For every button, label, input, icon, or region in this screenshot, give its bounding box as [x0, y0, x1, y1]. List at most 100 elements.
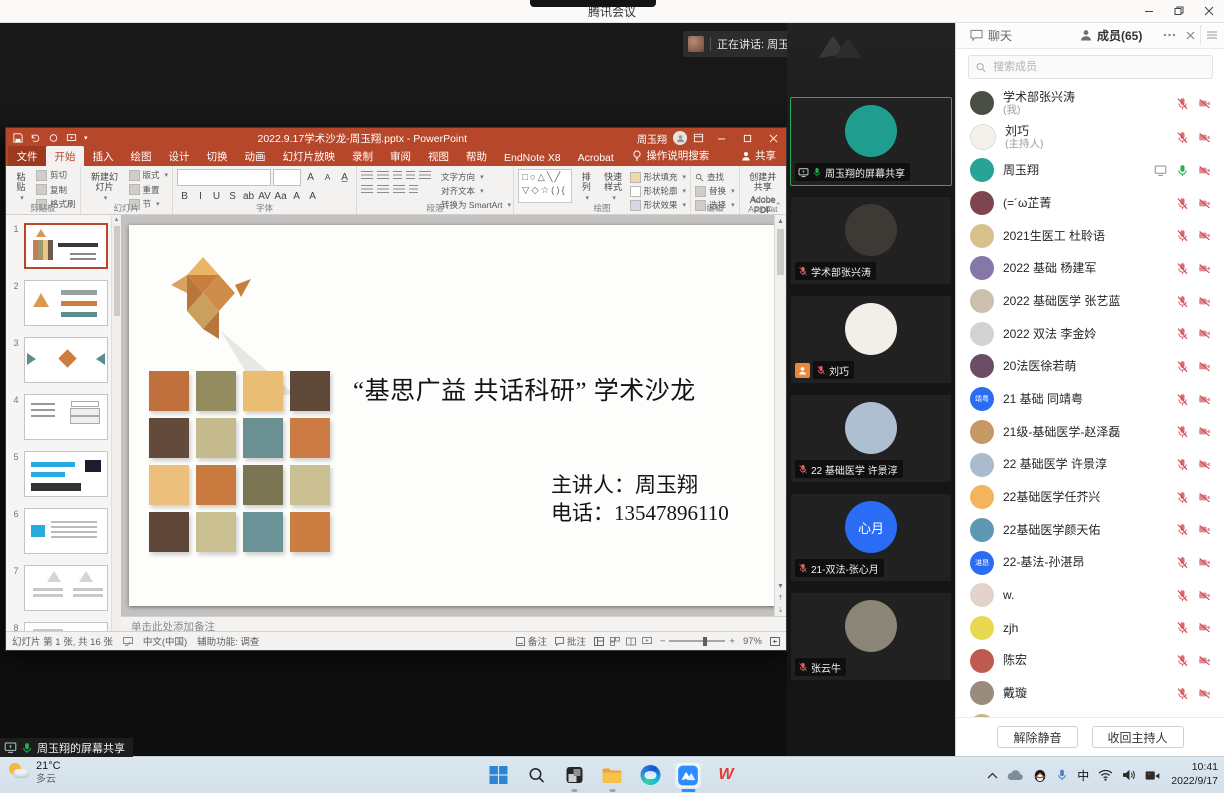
member-row[interactable]: 2022 双法 李金姈 [956, 317, 1224, 350]
slide-thumbnail[interactable]: 6 [8, 508, 117, 554]
camera-off-icon[interactable] [1198, 197, 1211, 210]
shapes-gallery[interactable]: □○△╲╱ ▽◇☆(){ [518, 169, 572, 203]
file-explorer-icon[interactable] [599, 762, 626, 789]
reading-view-icon[interactable] [626, 637, 636, 646]
panel-close-icon[interactable] [1186, 31, 1195, 40]
member-row[interactable]: (=´ω芷菁 [956, 187, 1224, 220]
reclaim-host-button[interactable]: 收回主持人 [1092, 726, 1184, 748]
mic-icon[interactable] [1176, 164, 1189, 177]
ppt-share-button[interactable]: 共享 [741, 148, 776, 166]
text-direction-button[interactable]: 文字方向 [441, 171, 511, 183]
camera-off-icon[interactable] [1198, 131, 1211, 144]
reset-button[interactable]: 重置 [129, 184, 169, 196]
close-button[interactable] [1194, 0, 1224, 22]
font-format-button[interactable]: AV [257, 189, 272, 203]
ppt-ribbon-tab[interactable]: 录制 [344, 146, 382, 166]
camera-off-icon[interactable] [1198, 621, 1211, 634]
shrink-font-button[interactable]: A [320, 171, 335, 185]
copy-button[interactable]: 复制 [36, 184, 76, 196]
ppt-ribbon-tab[interactable]: 插入 [84, 146, 122, 166]
member-row[interactable]: 靖粤 21 基础 同靖粤 [956, 383, 1224, 416]
cloud-sync-icon[interactable] [1007, 769, 1024, 781]
mic-icon[interactable] [1176, 393, 1189, 406]
notes-toggle[interactable]: 备注 [516, 634, 547, 648]
normal-view-icon[interactable] [594, 637, 604, 646]
member-row[interactable]: 戴璇 [956, 677, 1224, 710]
mic-icon[interactable] [1176, 262, 1189, 275]
font-format-button[interactable]: A [305, 189, 320, 203]
font-format-button[interactable]: B [177, 189, 192, 203]
camera-off-icon[interactable] [1198, 327, 1211, 340]
tencent-meeting-icon[interactable] [675, 762, 702, 789]
save-icon[interactable] [13, 133, 23, 143]
member-row[interactable]: 20法医徐若萌 [956, 350, 1224, 383]
camera-off-icon[interactable] [1198, 654, 1211, 667]
camera-off-icon[interactable] [1198, 97, 1211, 110]
clock-widget[interactable]: 10:41 2022/9/17 [1171, 761, 1218, 788]
video-tile[interactable]: 心月 21-双法-张心月 [790, 493, 952, 582]
layout-button[interactable]: 版式 [129, 169, 169, 181]
camera-off-icon[interactable] [1198, 458, 1211, 471]
member-row[interactable]: 2022 基础 杨建军 [956, 252, 1224, 285]
volume-icon[interactable] [1122, 769, 1136, 781]
camera-off-icon[interactable] [1198, 393, 1211, 406]
slide-scrollbar[interactable]: ▲▼⇡⇣ [774, 215, 786, 616]
mic-icon[interactable] [1176, 327, 1189, 340]
tray-camera-icon[interactable] [1145, 770, 1160, 781]
ppt-close-button[interactable] [760, 128, 786, 148]
ppt-minimize-button[interactable] [708, 128, 734, 148]
undo-icon[interactable] [30, 133, 41, 143]
paste-button[interactable]: 粘贴 [10, 169, 32, 202]
ppt-restore-button[interactable] [734, 128, 760, 148]
mic-icon[interactable] [1176, 491, 1189, 504]
fit-slide-icon[interactable] [770, 637, 780, 646]
member-row[interactable]: 周玉翔 [956, 154, 1224, 187]
ribbon-display-icon[interactable] [693, 133, 704, 143]
member-row[interactable]: zjh [956, 612, 1224, 645]
video-tile[interactable]: 22 基础医学 许景淳 [790, 394, 952, 483]
redo-icon[interactable] [48, 133, 59, 143]
cut-button[interactable]: 剪切 [36, 169, 76, 181]
mic-icon[interactable] [1176, 654, 1189, 667]
font-format-button[interactable]: U [209, 189, 224, 203]
replace-button[interactable]: 替换 [695, 185, 735, 197]
mic-icon[interactable] [1176, 589, 1189, 602]
more-options-icon[interactable] [1163, 33, 1176, 37]
mic-icon[interactable] [1176, 97, 1189, 110]
wifi-icon[interactable] [1098, 769, 1113, 781]
mic-icon[interactable] [1176, 556, 1189, 569]
restore-button[interactable] [1164, 0, 1194, 22]
ppt-ribbon-tab[interactable]: 动画 [236, 146, 274, 166]
tab-members[interactable]: 成员(65) [1074, 27, 1148, 44]
list-buttons[interactable] [361, 171, 431, 180]
accessibility-status[interactable]: 辅助功能: 调查 [197, 634, 259, 648]
new-slide-button[interactable]: 新建幻灯片 [85, 169, 125, 202]
mic-icon[interactable] [1176, 131, 1189, 144]
camera-off-icon[interactable] [1198, 556, 1211, 569]
font-size-combo[interactable] [273, 169, 301, 186]
start-button[interactable] [485, 762, 512, 789]
font-format-button[interactable]: S [225, 189, 240, 203]
mic-icon[interactable] [1176, 621, 1189, 634]
ppt-ribbon-tab[interactable]: 开始 [46, 146, 84, 166]
camera-off-icon[interactable] [1198, 523, 1211, 536]
camera-off-icon[interactable] [1198, 164, 1211, 177]
panel-menu-icon[interactable] [1200, 25, 1223, 45]
sorter-view-icon[interactable] [610, 637, 620, 646]
member-row[interactable]: 21级-基础医学-赵泽磊 [956, 416, 1224, 449]
camera-off-icon[interactable] [1198, 589, 1211, 602]
ppt-user-avatar[interactable] [673, 131, 687, 145]
slide-thumbnail[interactable]: 5 [8, 451, 117, 497]
shape-outline-button[interactable]: 形状轮廓 [630, 185, 687, 197]
camera-off-icon[interactable] [1198, 295, 1211, 308]
slide-thumbnail[interactable]: 7 [8, 565, 117, 611]
align-text-button[interactable]: 对齐文本 [441, 185, 511, 197]
comments-toggle[interactable]: 批注 [555, 634, 586, 648]
unmute-button[interactable]: 解除静音 [997, 726, 1077, 748]
mic-icon[interactable] [1176, 197, 1189, 210]
language-status[interactable]: 中文(中国) [143, 634, 187, 648]
video-tile[interactable]: 周玉翔的屏幕共享 [790, 97, 952, 186]
ppt-ribbon-tab[interactable]: EndNote X8 [496, 149, 570, 166]
slideshow-icon[interactable] [66, 133, 77, 143]
camera-off-icon[interactable] [1198, 425, 1211, 438]
